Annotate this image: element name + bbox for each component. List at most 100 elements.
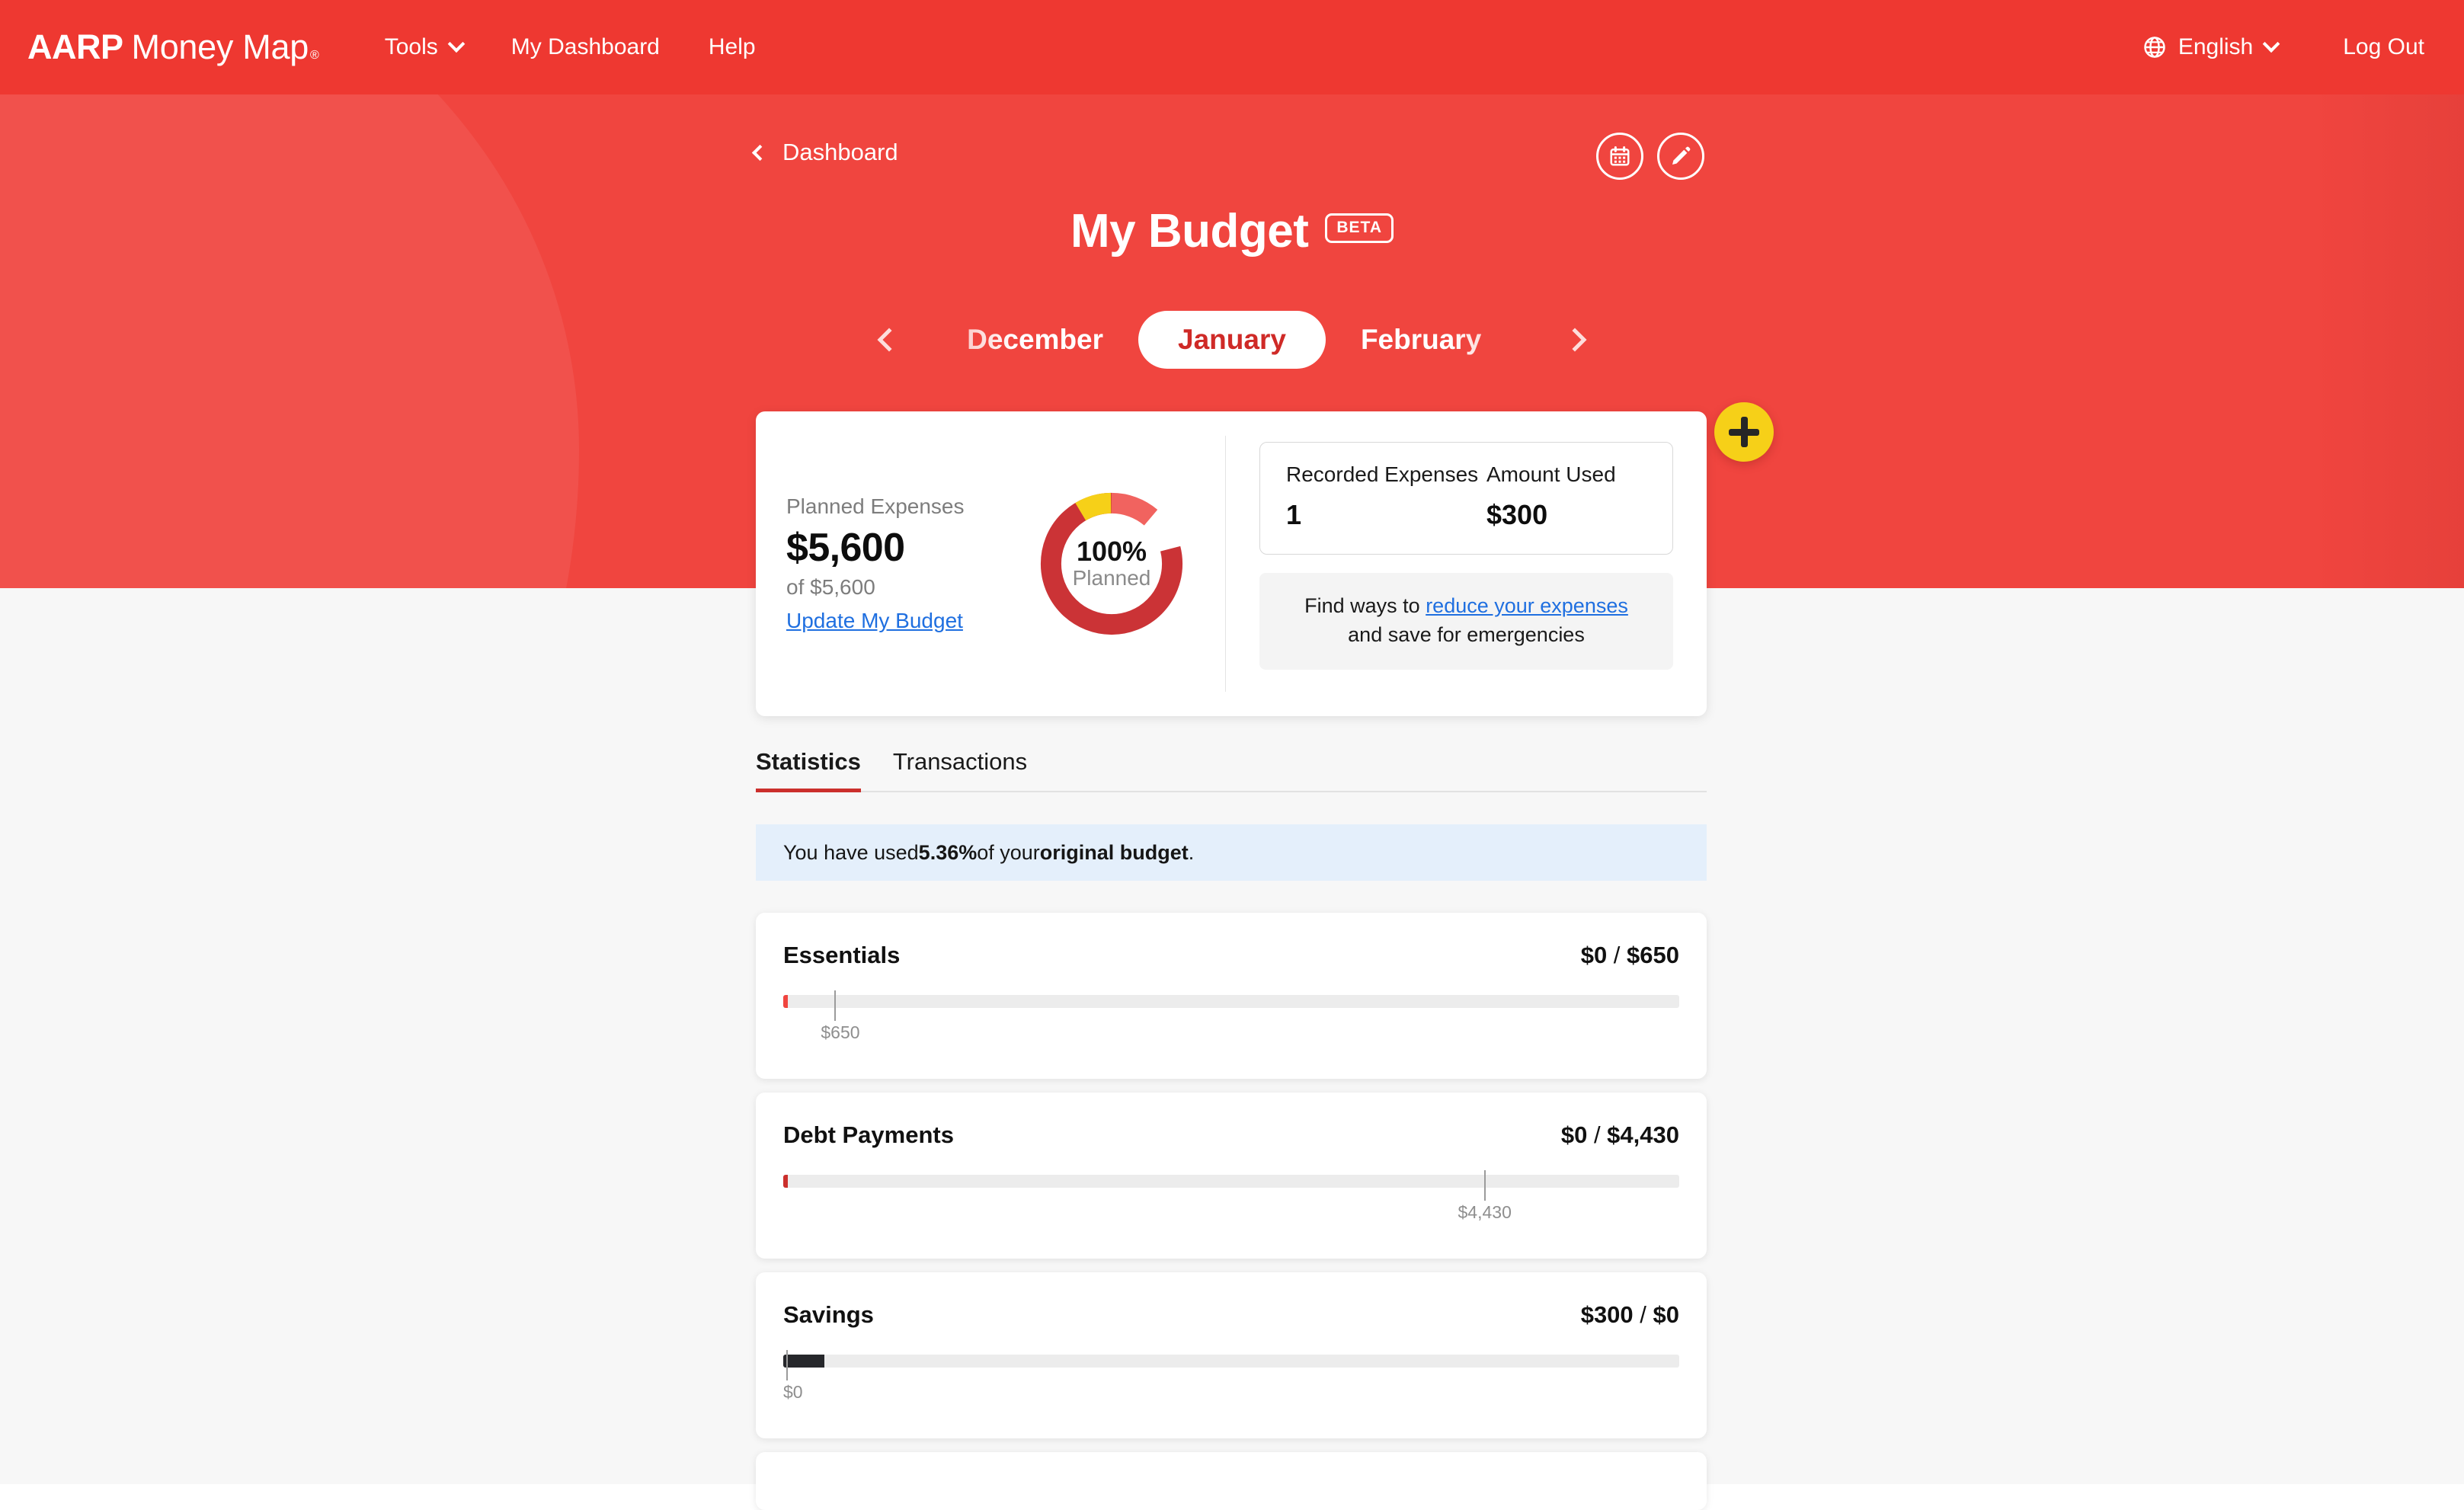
category-amount: $0 / $4,430	[1561, 1121, 1679, 1149]
edit-budget-button[interactable]	[1657, 133, 1704, 180]
beta-badge: BETA	[1325, 213, 1394, 244]
pencil-icon	[1672, 146, 1691, 165]
donut-percent-sub: Planned	[1072, 565, 1151, 590]
category-progress-bar[interactable]: $650	[783, 990, 1679, 1042]
progress-fill	[783, 995, 788, 1008]
brand-moneymap-text: Money Map	[131, 27, 309, 66]
stat-recorded-expenses-value: 1	[1286, 499, 1302, 530]
nav-link-tools[interactable]: Tools	[360, 34, 487, 60]
chevron-left-icon[interactable]	[877, 328, 901, 352]
brand-aarp-text: AARP	[27, 27, 123, 66]
page-content: Dashboard My Budget BETA December Januar…	[0, 0, 2464, 1510]
progress-tick-marker	[786, 1350, 788, 1380]
stat-amount-used-value: $300	[1486, 499, 1548, 530]
category-separator: /	[1633, 1301, 1653, 1328]
budget-summary-card: Planned Expenses $5,600 of $5,600 Update…	[756, 411, 1707, 716]
breadcrumb-label: Dashboard	[782, 139, 898, 165]
planned-expenses-of: of $5,600	[786, 575, 875, 599]
month-prev-label[interactable]: December	[920, 318, 1103, 362]
tab-transactions[interactable]: Transactions	[893, 748, 1039, 791]
recorded-stats-box: Recorded Expenses 1 Amount Used $300	[1259, 442, 1673, 555]
banner-suffix: .	[1188, 840, 1195, 864]
category-total: $4,430	[1607, 1121, 1679, 1148]
stat-recorded-expenses: Recorded Expenses 1	[1286, 462, 1486, 531]
language-label: English	[2178, 34, 2254, 59]
stat-amount-used-header: Amount Used	[1486, 462, 1616, 486]
breadcrumb-dashboard[interactable]: Dashboard	[751, 139, 898, 166]
progress-tick-label: $4,430	[1458, 1202, 1512, 1222]
stat-recorded-expenses-header: Recorded Expenses	[1286, 462, 1479, 486]
top-navbar: AARP Money Map ® Tools My Dashboard Help…	[0, 0, 2464, 94]
category-progress-bar[interactable]: $0	[783, 1350, 1679, 1402]
progress-tick-marker	[834, 990, 837, 1021]
budget-usage-banner: You have used 5.36% of your original bud…	[756, 824, 1707, 881]
progress-fill	[783, 1175, 788, 1188]
category-header: Essentials $0 / $650	[783, 942, 1679, 969]
planned-expenses-amount: $5,600	[786, 526, 905, 570]
category-card-debt-payments[interactable]: Debt Payments $0 / $4,430 $4,430	[756, 1093, 1707, 1259]
category-header: Debt Payments $0 / $4,430	[783, 1121, 1679, 1149]
category-spent: $0	[1560, 1121, 1588, 1148]
progress-tick-label: $0	[783, 1382, 803, 1402]
language-selector[interactable]: English	[2130, 34, 2291, 60]
progress-tick-marker	[1483, 1170, 1486, 1201]
navbar-left-group: AARP Money Map ® Tools My Dashboard Help	[0, 27, 780, 67]
category-spent: $0	[1580, 942, 1608, 968]
month-next-label[interactable]: February	[1361, 318, 1544, 362]
category-progress-bar[interactable]: $4,430	[783, 1170, 1679, 1222]
category-separator: /	[1607, 942, 1627, 968]
banner-prefix: You have used	[783, 840, 919, 864]
hero-action-buttons	[1596, 133, 1704, 180]
chevron-down-icon	[447, 35, 466, 53]
tab-statistics[interactable]: Statistics	[756, 748, 873, 792]
month-current-label[interactable]: January	[1138, 311, 1326, 369]
category-amount: $0 / $650	[1581, 942, 1679, 969]
donut-center-label: 100% Planned	[1032, 484, 1192, 644]
add-expense-button[interactable]	[1714, 402, 1774, 462]
update-my-budget-link[interactable]: Update My Budget	[786, 609, 963, 633]
summary-right-panel: Recorded Expenses 1 Amount Used $300 Fin…	[1226, 411, 1707, 716]
category-amount: $300 / $0	[1581, 1301, 1679, 1329]
banner-percent: 5.36%	[918, 840, 978, 864]
tip-suffix-text: and save for emergencies	[1348, 623, 1585, 647]
banner-middle: of your	[977, 840, 1040, 864]
category-card-partial[interactable]	[756, 1452, 1707, 1510]
category-card-footer-space	[783, 1013, 1679, 1079]
donut-percent: 100%	[1076, 536, 1147, 568]
chevron-right-icon[interactable]	[1563, 328, 1587, 352]
category-card-footer-space	[783, 1193, 1679, 1259]
brand-trademark: ®	[309, 49, 319, 62]
category-spent: $300	[1580, 1301, 1634, 1328]
category-name: Savings	[783, 1301, 874, 1328]
brand-logo[interactable]: AARP Money Map ®	[27, 27, 319, 67]
progress-track	[783, 995, 1679, 1008]
progress-track	[783, 1175, 1679, 1188]
planned-expenses-block: Planned Expenses $5,600 of $5,600 Update…	[786, 494, 1015, 633]
globe-icon	[2144, 37, 2165, 58]
stat-amount-used: Amount Used $300	[1486, 462, 1646, 531]
content-tabs: Statistics Transactions	[756, 748, 1707, 792]
nav-link-help[interactable]: Help	[684, 34, 780, 60]
nav-link-tools-label: Tools	[384, 34, 438, 59]
logout-button[interactable]: Log Out	[2334, 34, 2434, 60]
category-total: $0	[1653, 1301, 1679, 1328]
category-total: $650	[1627, 942, 1679, 968]
navbar-right-group: English Log Out	[2130, 34, 2434, 60]
summary-left-panel: Planned Expenses $5,600 of $5,600 Update…	[756, 411, 1225, 716]
category-card-savings[interactable]: Savings $300 / $0 $0	[756, 1272, 1707, 1438]
nav-link-my-dashboard[interactable]: My Dashboard	[487, 34, 684, 60]
chevron-left-icon	[751, 144, 769, 161]
banner-bold-tail: original budget	[1039, 840, 1189, 864]
category-name: Debt Payments	[783, 1121, 954, 1148]
navbar-links: Tools My Dashboard Help	[360, 34, 780, 60]
category-card-footer-space	[783, 1373, 1679, 1438]
category-separator: /	[1587, 1121, 1608, 1148]
planned-expenses-label: Planned Expenses	[786, 494, 965, 518]
progress-fill	[783, 1355, 825, 1368]
reduce-expenses-link[interactable]: reduce your expenses	[1426, 591, 1628, 620]
calendar-button[interactable]	[1596, 133, 1643, 180]
month-selector: December January February	[0, 311, 2464, 369]
chevron-down-icon	[2262, 35, 2280, 53]
tip-prefix-text: Find ways to	[1304, 594, 1426, 617]
category-card-essentials[interactable]: Essentials $0 / $650 $650	[756, 913, 1707, 1079]
